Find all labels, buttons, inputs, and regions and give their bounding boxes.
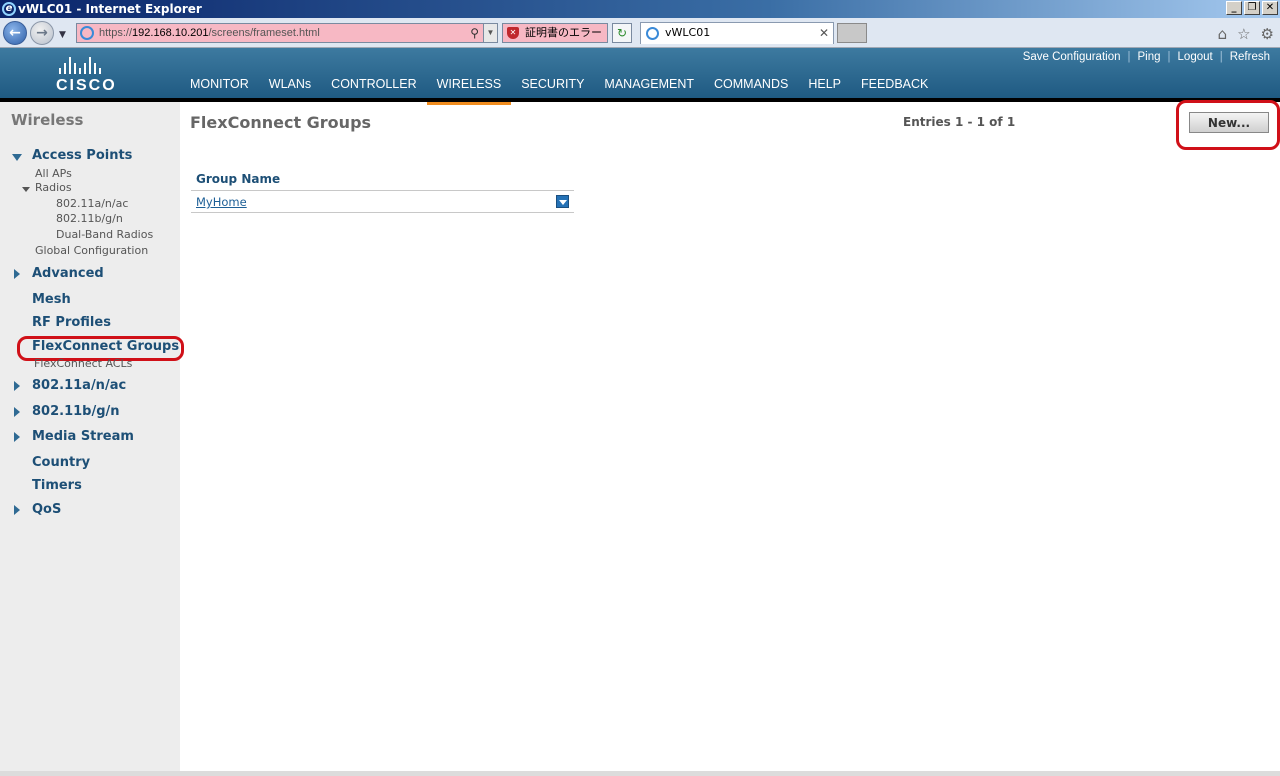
menu-wlans[interactable]: WLANs xyxy=(269,77,311,91)
certificate-error-label: 証明書のエラー xyxy=(525,26,602,39)
sidebar-item-radio-b[interactable]: 802.11b/g/n xyxy=(56,212,123,225)
sidebar-item-rf-profiles[interactable]: RF Profiles xyxy=(32,315,111,330)
sidebar-item-media-stream[interactable]: Media Stream xyxy=(32,429,134,444)
group-name-link[interactable]: MyHome xyxy=(196,195,247,209)
forward-button[interactable]: → xyxy=(30,21,54,45)
collapsed-arrow-icon[interactable] xyxy=(14,269,20,279)
logout-link[interactable]: Logout xyxy=(1178,51,1213,63)
search-icon[interactable]: ⚲ xyxy=(470,24,479,42)
window-title-bar: e vWLC01 - Internet Explorer _ ❐ ✕ xyxy=(0,0,1280,18)
url-path: /screens/frameset.html xyxy=(208,27,320,39)
sidebar-item-dual-band[interactable]: Dual-Band Radios xyxy=(56,228,153,241)
browser-toolbar: ← → ▼ https://192.168.10.201/screens/fra… xyxy=(0,18,1280,48)
menu-monitor[interactable]: MONITOR xyxy=(190,77,249,91)
sidebar-item-80211b[interactable]: 802.11b/g/n xyxy=(32,404,120,419)
menu-wireless[interactable]: WIRELESS xyxy=(426,77,511,105)
refresh-link[interactable]: Refresh xyxy=(1230,51,1270,63)
collapsed-arrow-icon[interactable] xyxy=(14,407,20,417)
sidebar-item-country[interactable]: Country xyxy=(32,455,90,470)
address-dropdown-icon[interactable]: ▼ xyxy=(483,24,497,42)
status-bar xyxy=(0,771,1280,776)
window-title: vWLC01 - Internet Explorer xyxy=(18,2,202,16)
menu-management[interactable]: MANAGEMENT xyxy=(604,77,694,91)
gear-icon[interactable]: ⚙ xyxy=(1261,25,1274,43)
collapsed-arrow-icon[interactable] xyxy=(14,432,20,442)
ie-logo-icon: e xyxy=(2,2,16,16)
back-button[interactable]: ← xyxy=(3,21,27,45)
certificate-error-button[interactable]: ✕ 証明書のエラー xyxy=(502,23,608,43)
browser-tab[interactable]: vWLC01 ✕ xyxy=(640,22,834,44)
menu-commands[interactable]: COMMANDS xyxy=(714,77,788,91)
sidebar-item-flexconnect-acls[interactable]: FlexConnect ACLs xyxy=(34,357,132,370)
sidebar-item-global-config[interactable]: Global Configuration xyxy=(35,244,148,257)
sidebar-item-radio-a[interactable]: 802.11a/n/ac xyxy=(56,197,128,210)
sidebar-item-timers[interactable]: Timers xyxy=(32,478,82,493)
column-header-group-name: Group Name xyxy=(191,170,574,191)
minimize-button[interactable]: _ xyxy=(1226,1,1242,15)
url-prefix: https:// xyxy=(99,27,133,39)
sidebar-item-mesh[interactable]: Mesh xyxy=(32,292,71,307)
sidebar: Wireless Access Points All APs Radios 80… xyxy=(0,102,184,776)
close-window-button[interactable]: ✕ xyxy=(1262,1,1278,15)
tab-page-icon xyxy=(646,27,659,40)
menu-security[interactable]: SECURITY xyxy=(521,77,584,91)
radios-expanded-icon[interactable] xyxy=(22,187,30,192)
save-configuration-link[interactable]: Save Configuration xyxy=(1023,51,1121,63)
top-menu: MONITOR WLANs CONTROLLER WIRELESS SECURI… xyxy=(190,77,948,105)
favorites-star-icon[interactable]: ☆ xyxy=(1237,25,1250,43)
cisco-bars-icon xyxy=(59,56,126,74)
restore-button[interactable]: ❐ xyxy=(1244,1,1260,15)
sidebar-item-qos[interactable]: QoS xyxy=(32,502,61,517)
table-row: MyHome xyxy=(191,191,574,213)
cisco-logo-text: CISCO xyxy=(56,77,117,94)
address-input[interactable]: https://192.168.10.201/screens/frameset.… xyxy=(76,23,498,43)
page-title: FlexConnect Groups xyxy=(190,113,372,132)
menu-feedback[interactable]: FEEDBACK xyxy=(861,77,928,91)
page-icon xyxy=(80,26,94,40)
menu-controller[interactable]: CONTROLLER xyxy=(331,77,416,91)
expanded-arrow-icon[interactable] xyxy=(12,154,22,161)
sidebar-item-all-aps[interactable]: All APs xyxy=(35,167,72,180)
close-tab-icon[interactable]: ✕ xyxy=(819,23,829,43)
entries-count: Entries 1 - 1 of 1 xyxy=(903,115,1016,129)
shield-icon: ✕ xyxy=(507,27,519,39)
highlight-annotation xyxy=(1176,100,1280,150)
row-dropdown-icon[interactable] xyxy=(556,195,569,208)
url-host: 192.168.10.201 xyxy=(132,27,209,39)
sidebar-item-advanced[interactable]: Advanced xyxy=(32,266,104,281)
utility-menu: Save Configuration | Ping | Logout | Ref… xyxy=(1022,51,1270,63)
home-icon[interactable]: ⌂ xyxy=(1218,25,1228,43)
cisco-logo: CISCO xyxy=(56,56,126,94)
sidebar-item-radios[interactable]: Radios xyxy=(35,181,72,194)
collapsed-arrow-icon[interactable] xyxy=(14,505,20,515)
history-dropdown-icon[interactable]: ▼ xyxy=(59,30,66,40)
tab-title: vWLC01 xyxy=(665,26,711,39)
groups-table: Group Name MyHome xyxy=(191,170,574,213)
menu-help[interactable]: HELP xyxy=(808,77,841,91)
ping-link[interactable]: Ping xyxy=(1138,51,1161,63)
new-tab-button[interactable] xyxy=(837,23,867,43)
sidebar-item-80211a[interactable]: 802.11a/n/ac xyxy=(32,378,126,393)
collapsed-arrow-icon[interactable] xyxy=(14,381,20,391)
refresh-icon[interactable]: ↻ xyxy=(612,23,632,43)
sidebar-item-access-points[interactable]: Access Points xyxy=(32,148,132,163)
sidebar-title: Wireless xyxy=(11,111,84,129)
app-header: CISCO MONITOR WLANs CONTROLLER WIRELESS … xyxy=(0,48,1280,105)
